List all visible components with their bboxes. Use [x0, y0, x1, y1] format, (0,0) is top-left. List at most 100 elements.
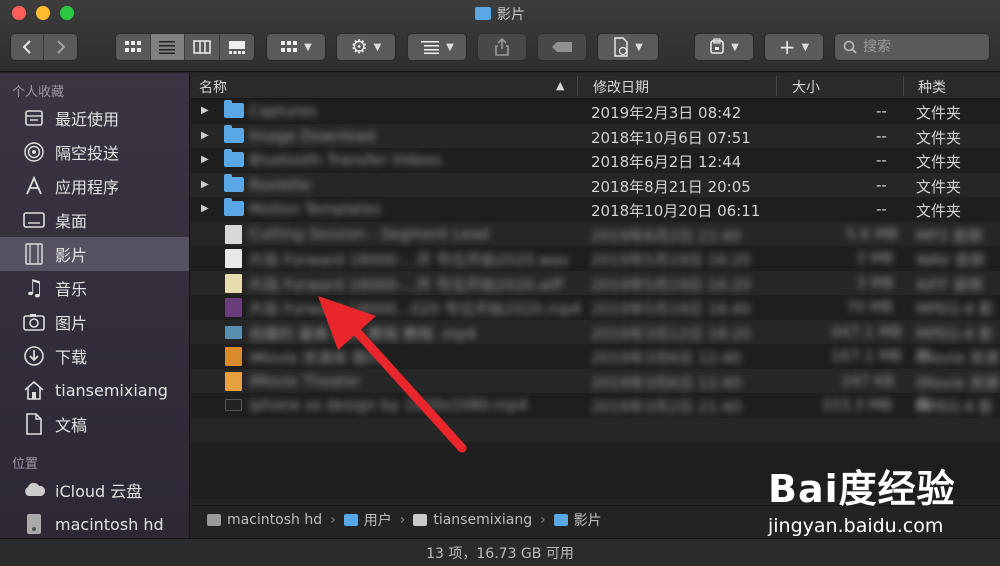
share-button[interactable] — [477, 33, 527, 61]
column-divider[interactable] — [903, 76, 904, 96]
back-button[interactable] — [11, 34, 45, 60]
sidebar-item-airdrop[interactable]: 隔空投送 — [0, 135, 189, 169]
documents-icon — [22, 412, 46, 436]
file-size: 167.1 MB — [831, 347, 902, 365]
column-kind[interactable]: 种类 — [918, 77, 946, 97]
sidebar-item-movies[interactable]: 影片 — [0, 237, 189, 271]
file-row[interactable]: Cutting Session - Segment Lead 2019年6月2日… — [191, 221, 1000, 246]
file-name: Motion Templates — [249, 200, 381, 218]
file-date: 2019年2月3日 08:42 — [591, 104, 742, 122]
folder-icon — [224, 124, 244, 143]
sidebar-item-music[interactable]: ♫ 音乐 — [0, 271, 189, 305]
file-row[interactable]: 片段 Forward 18000-...开 号位开始2020.aiff 2019… — [191, 270, 1000, 295]
chevron-right-icon — [56, 40, 65, 54]
group-by-menu[interactable]: ▼ — [266, 33, 326, 61]
audio-file-icon — [225, 224, 242, 244]
folder-row[interactable]: ▶ Roxlette 2018年8月21日 20:05 -- 文件夹 — [191, 172, 1000, 197]
folder-row[interactable]: ▶ Bluetooth Transfer Videos 2018年6月2日 12… — [191, 148, 1000, 173]
sidebar-item-documents[interactable]: 文稿 — [0, 407, 189, 441]
sidebar-section-favorites: 个人收藏 — [12, 85, 65, 100]
column-header: 名称 ▲ 修改日期 大小 种类 — [191, 73, 1000, 99]
search-field[interactable] — [834, 33, 990, 61]
file-row[interactable]: 片段 Forward 18000...020 号位开始2020.mp4 2019… — [191, 295, 1000, 339]
add-menu[interactable]: + ▼ — [764, 33, 824, 61]
file-row[interactable]: 拍摄的 最美 图片 教程 教程 .mp4 2019年3月12日 18:20 44… — [191, 319, 1000, 364]
home-icon — [413, 513, 428, 526]
disclosure-triangle-icon[interactable]: ▶ — [201, 179, 209, 190]
arrange-menu[interactable]: ▼ — [407, 33, 467, 61]
file-name: iphone xs design by 1920x1080.mp4 — [249, 396, 528, 414]
column-modified[interactable]: 修改日期 — [593, 77, 649, 97]
file-name: Cutting Session - Segment Lead — [249, 224, 490, 243]
file-list: 名称 ▲ 修改日期 大小 种类 ▶ Captures 2019年2月3日 08:… — [191, 73, 1000, 499]
file-size: -- — [876, 151, 887, 169]
list-view-button[interactable] — [150, 34, 185, 60]
column-divider[interactable] — [776, 76, 777, 96]
column-size[interactable]: 大小 — [792, 77, 820, 97]
sidebar-item-applications[interactable]: 应用程序 — [0, 169, 189, 203]
file-kind: 文件夹 — [916, 104, 962, 122]
action-menu[interactable]: ⚙ ▼ — [336, 33, 396, 61]
column-view-button[interactable] — [185, 34, 220, 60]
chevron-down-icon: ▼ — [801, 41, 810, 53]
file-name: 片段 Forward 18000...020 号位开始2020.mp4 — [249, 300, 581, 318]
sidebar-item-macintosh-hd[interactable]: macintosh hd — [0, 507, 189, 538]
sidebar-item-home[interactable]: tiansemixiang — [0, 373, 189, 407]
file-row[interactable]: iphone xs design by 1920x1080.mp4 2019年3… — [191, 393, 1000, 437]
column-name[interactable]: 名称 — [199, 77, 227, 97]
file-row[interactable]: iMovie Theater 2019年3月6日 12:40 247 KB iM… — [191, 368, 1000, 413]
nav-buttons — [10, 33, 78, 61]
sidebar-item-label: iCloud 云盘 — [55, 482, 143, 501]
file-name: Bluetooth Transfer Videos — [249, 151, 442, 169]
gear-icon: ⚙ — [350, 36, 368, 58]
sidebar-item-recents[interactable]: 最近使用 — [0, 101, 189, 135]
file-size: 447.1 MB — [831, 322, 902, 341]
plus-icon: + — [778, 35, 796, 59]
sidebar-item-downloads[interactable]: 下载 — [0, 339, 189, 373]
chevron-right-icon: › — [540, 511, 546, 528]
tags-button[interactable] — [537, 33, 587, 61]
gallery-view-button[interactable] — [220, 34, 254, 60]
folder-row[interactable]: ▶ Captures 2019年2月3日 08:42 -- 文件夹 — [191, 99, 1000, 124]
list-icon — [159, 41, 176, 54]
sidebar-item-pictures[interactable]: 图片 — [0, 305, 189, 339]
chevron-down-icon: ▼ — [304, 41, 312, 53]
column-divider[interactable] — [577, 76, 578, 96]
folder-row[interactable]: ▶ Motion Templates 2018年10月20日 06:11 -- … — [191, 197, 1000, 222]
search-input[interactable] — [863, 39, 973, 55]
path-item-users[interactable]: 用户 — [364, 510, 392, 530]
imovie-library-icon — [225, 347, 242, 366]
folder-row[interactable]: ▶ Image Download 2018年10月6日 07:51 -- 文件夹 — [191, 123, 1000, 148]
movies-folder-icon — [553, 513, 568, 526]
disclosure-triangle-icon[interactable]: ▶ — [201, 203, 209, 214]
search-icon — [843, 40, 857, 54]
new-document-menu[interactable]: ▼ — [597, 33, 659, 61]
disclosure-triangle-icon[interactable]: ▶ — [201, 105, 209, 116]
aiff-file-icon — [225, 273, 242, 293]
sidebar-item-label: 音乐 — [55, 280, 88, 299]
file-date: 2019年5月19日 16:20 — [591, 275, 751, 294]
disclosure-triangle-icon[interactable]: ▶ — [201, 130, 209, 141]
file-row[interactable]: iMovie 资源库 图片 2019年3月6日 12:40 167.1 MB i… — [191, 344, 1000, 388]
chevron-down-icon: ▼ — [446, 41, 454, 53]
disclosure-triangle-icon[interactable]: ▶ — [201, 154, 209, 165]
icon-view-button[interactable] — [116, 34, 151, 60]
file-row[interactable]: 片段 Forward 18000-...开 号位开始2020.wav 2019年… — [191, 246, 1000, 271]
file-kind: 文件夹 — [916, 128, 962, 147]
path-item-macintosh-hd[interactable]: macintosh hd — [227, 512, 322, 528]
path-item-home[interactable]: tiansemixiang — [433, 512, 532, 528]
video-file-icon — [225, 298, 242, 317]
sidebar: 个人收藏 最近使用 隔空投送 应用程序 桌面 影片 ♫ 音乐 图片 下载 tia… — [0, 73, 190, 538]
path-item-movies[interactable]: 影片 — [574, 510, 602, 530]
watermark-url: jingyan.baidu.com — [768, 515, 944, 537]
sidebar-item-label: tiansemixiang — [55, 380, 168, 400]
forward-button[interactable] — [44, 34, 77, 60]
sidebar-item-desktop[interactable]: 桌面 — [0, 203, 189, 237]
chevron-down-icon: ▼ — [731, 41, 739, 53]
movies-icon — [22, 242, 46, 266]
file-date: 2018年10月6日 07:51 — [591, 128, 751, 147]
file-kind: 文件夹 — [916, 177, 962, 196]
file-size: 70 MB — [846, 298, 894, 316]
sidebar-item-icloud[interactable]: iCloud 云盘 — [0, 473, 189, 507]
device-menu[interactable]: ▼ — [694, 33, 754, 61]
